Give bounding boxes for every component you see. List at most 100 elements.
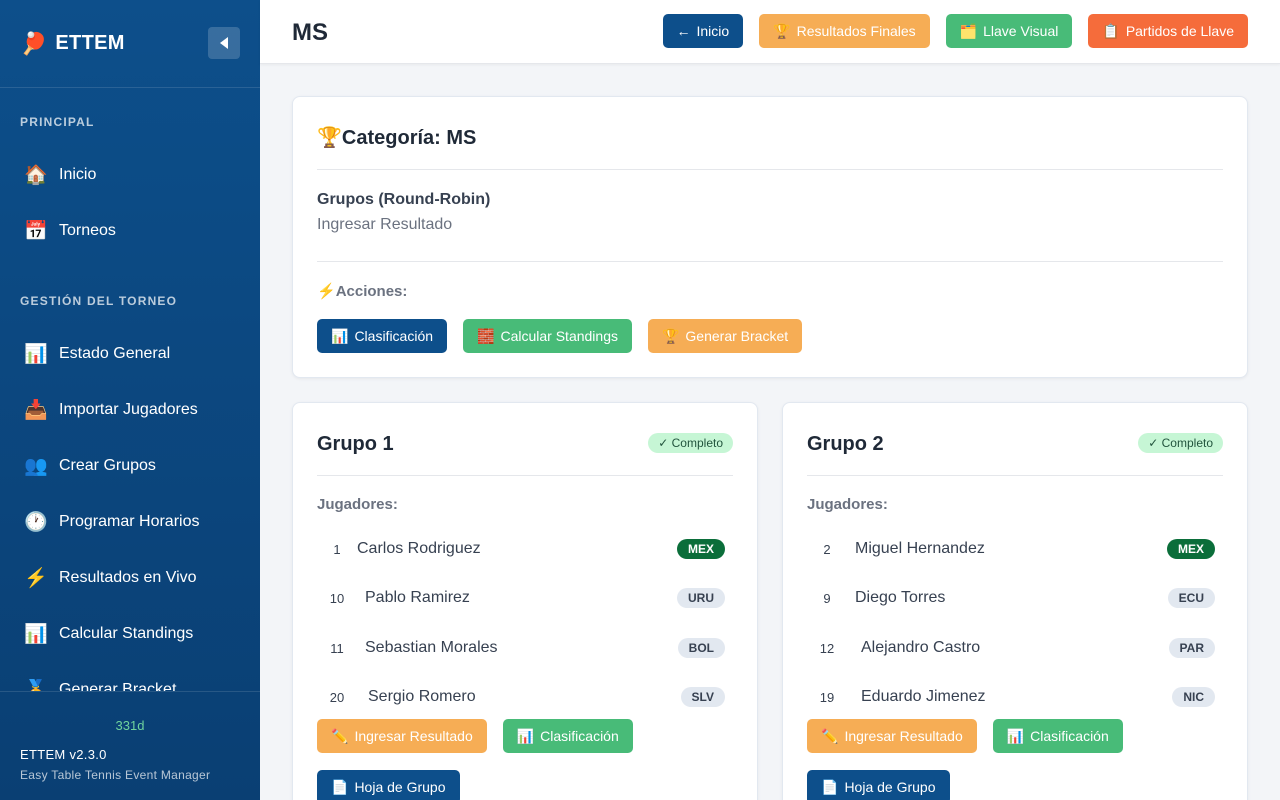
sidebar-item-importar-jugadores[interactable]: 📥 Importar Jugadores xyxy=(0,390,260,430)
group-actions: ✏️ Ingresar Resultado 📊 Clasificación xyxy=(317,719,633,753)
group-classification-button[interactable]: 📊 Clasificación xyxy=(992,719,1123,753)
player-row[interactable]: 1 Carlos Rodriguez MEX xyxy=(317,529,733,569)
sidebar-item-resultados-en-vivo[interactable]: ⚡ Resultados en Vivo xyxy=(0,558,260,598)
generate-bracket-button[interactable]: 🏆 Generar Bracket xyxy=(647,319,803,353)
player-name: Sebastian Morales xyxy=(365,639,498,656)
group-sheet-actions: 📄 Hoja de Grupo xyxy=(807,770,950,800)
player-row[interactable]: 2 Miguel Hernandez MEX xyxy=(807,529,1223,569)
divider xyxy=(317,261,1223,262)
players-label: Jugadores: xyxy=(317,496,398,513)
sidebar-nav: PRINCIPAL 🏠 Inicio 📅 Torneos GESTIÓN DEL… xyxy=(0,88,260,691)
medal-icon: 🏅 xyxy=(24,680,48,691)
bar-chart-icon: 📊 xyxy=(24,624,48,645)
player-name: Carlos Rodriguez xyxy=(357,540,481,557)
group-sheet-button[interactable]: 📄 Hoja de Grupo xyxy=(317,770,460,800)
clipboard-icon: 📋 xyxy=(1102,22,1120,39)
sidebar: 🏓 ETTEM PRINCIPAL 🏠 Inicio 📅 Torneos GES… xyxy=(0,0,260,800)
group-title: Grupo 2 xyxy=(807,433,884,455)
phase-name: Grupos (Round-Robin) xyxy=(317,191,491,208)
bricks-icon: 🧱 xyxy=(477,327,495,344)
player-seed: 12 xyxy=(819,640,835,656)
lightning-icon: ⚡ xyxy=(317,283,336,300)
sidebar-item-label: Inicio xyxy=(59,166,97,183)
category-title: 🏆Categoría: MS xyxy=(317,127,477,149)
bracket-matches-button[interactable]: 📋 Partidos de Llave xyxy=(1088,14,1248,48)
pencil-icon: ✏️ xyxy=(821,727,839,744)
player-seed: 9 xyxy=(823,590,831,606)
group-classification-button[interactable]: 📊 Clasificación xyxy=(502,719,633,753)
status-badge: ✓ Completo xyxy=(648,433,733,453)
sidebar-collapse-button[interactable] xyxy=(208,27,240,59)
player-seed: 1 xyxy=(333,541,341,557)
country-badge: URU xyxy=(677,588,725,608)
player-name: Diego Torres xyxy=(855,589,946,606)
players-label: Jugadores: xyxy=(807,496,888,513)
brand: 🏓 ETTEM xyxy=(0,0,260,88)
sidebar-item-programar-horarios[interactable]: 🕐 Programar Horarios xyxy=(0,502,260,542)
player-name: Miguel Hernandez xyxy=(855,540,985,557)
player-row[interactable]: 20 Sergio Romero SLV xyxy=(317,677,733,717)
divider xyxy=(317,169,1223,170)
sidebar-item-label: Programar Horarios xyxy=(59,513,200,530)
country-badge: PAR xyxy=(1168,638,1215,658)
bar-chart-icon: 📊 xyxy=(24,344,48,365)
document-icon: 📄 xyxy=(331,778,349,795)
sidebar-item-torneos[interactable]: 📅 Torneos xyxy=(0,211,260,251)
brand-name: ETTEM xyxy=(55,32,125,54)
sidebar-item-inicio[interactable]: 🏠 Inicio xyxy=(0,155,260,195)
arrow-left-icon: ← xyxy=(676,23,691,39)
sidebar-item-generar-bracket[interactable]: 🏅 Generar Bracket xyxy=(0,670,260,691)
country-badge: MEX xyxy=(1166,539,1215,559)
group-sheet-button[interactable]: 📄 Hoja de Grupo xyxy=(807,770,950,800)
lightning-icon: ⚡ xyxy=(24,568,48,589)
visual-bracket-button[interactable]: 🗂️ Llave Visual xyxy=(945,14,1073,48)
app-subtitle: Easy Table Tennis Event Manager xyxy=(20,768,211,782)
nav-section-title-gestion: GESTIÓN DEL TORNEO xyxy=(20,294,178,308)
sidebar-item-label: Calcular Standings xyxy=(59,625,194,642)
pencil-icon: ✏️ xyxy=(331,727,349,744)
sidebar-item-label: Resultados en Vivo xyxy=(59,569,197,586)
bar-chart-icon: 📊 xyxy=(516,727,535,744)
country-badge: NIC xyxy=(1172,687,1215,707)
page-title: MS xyxy=(292,19,328,46)
player-seed: 19 xyxy=(819,689,835,705)
inbox-tray-icon: 📥 xyxy=(24,400,48,421)
bar-chart-icon: 📊 xyxy=(331,327,349,344)
player-row[interactable]: 11 Sebastian Morales BOL xyxy=(317,628,733,668)
clock-icon: 🕐 xyxy=(24,512,48,533)
player-name: Eduardo Jimenez xyxy=(861,688,986,705)
player-seed: 11 xyxy=(330,640,344,656)
sidebar-item-estado-general[interactable]: 📊 Estado General xyxy=(0,334,260,374)
home-icon: 🏠 xyxy=(24,165,48,186)
ping-pong-logo-icon: 🏓 xyxy=(20,30,48,56)
sidebar-item-calcular-standings[interactable]: 📊 Calcular Standings xyxy=(0,614,260,654)
sidebar-footer: 331d ETTEM v2.3.0 Easy Table Tennis Even… xyxy=(0,691,260,800)
player-row[interactable]: 12 Alejandro Castro PAR xyxy=(807,628,1223,668)
final-results-button[interactable]: 🏆 Resultados Finales xyxy=(759,14,930,48)
sidebar-item-crear-grupos[interactable]: 👥 Crear Grupos xyxy=(0,446,260,486)
enter-result-button[interactable]: ✏️ Ingresar Resultado xyxy=(807,719,977,753)
home-button[interactable]: ← Inicio xyxy=(662,14,744,48)
top-bar: MS ← Inicio 🏆 Resultados Finales 🗂️ Llav… xyxy=(260,0,1280,64)
calculate-standings-button[interactable]: 🧱 Calcular Standings xyxy=(463,319,632,353)
sidebar-item-label: Generar Bracket xyxy=(59,681,177,691)
player-row[interactable]: 9 Diego Torres ECU xyxy=(807,578,1223,618)
group-card-2: Grupo 2 ✓ Completo Jugadores: 2 Miguel H… xyxy=(782,402,1248,800)
divider xyxy=(807,475,1223,476)
country-badge: ECU xyxy=(1167,588,1215,608)
trophy-icon: 🏆 xyxy=(317,127,342,149)
enter-result-button[interactable]: ✏️ Ingresar Resultado xyxy=(317,719,487,753)
days-remaining: 331d xyxy=(115,718,145,733)
phase-status: Ingresar Resultado xyxy=(317,216,453,233)
player-row[interactable]: 19 Eduardo Jimenez NIC xyxy=(807,677,1223,717)
folder-icon: 🗂️ xyxy=(959,22,978,39)
users-icon: 👥 xyxy=(24,456,48,477)
chevron-left-icon xyxy=(220,37,228,49)
player-row[interactable]: 10 Pablo Ramirez URU xyxy=(317,578,733,618)
app-version: ETTEM v2.3.0 xyxy=(20,747,107,762)
player-seed: 20 xyxy=(329,689,345,705)
classification-button[interactable]: 📊 Clasificación xyxy=(317,319,448,353)
actions-title: ⚡Acciones: xyxy=(317,283,408,300)
divider xyxy=(317,475,733,476)
category-actions: 📊 Clasificación 🧱 Calcular Standings 🏆 G… xyxy=(317,319,803,353)
